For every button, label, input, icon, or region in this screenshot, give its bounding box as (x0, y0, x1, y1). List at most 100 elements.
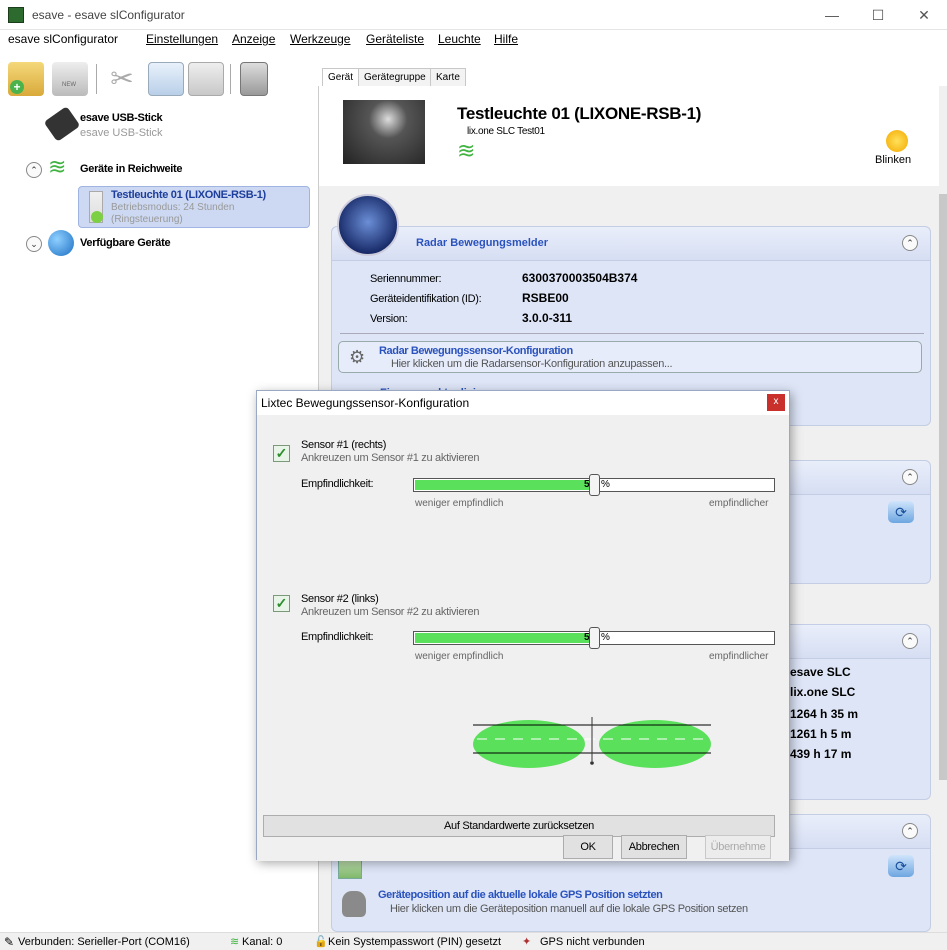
device-list-item[interactable]: Testleuchte 01 (LIXONE-RSB-1) Betriebsmo… (78, 186, 310, 228)
sensor1-hint: Ankreuzen um Sensor #1 zu aktivieren (301, 452, 480, 464)
sun-icon[interactable] (886, 130, 908, 152)
wifi-icon: ≋ (48, 154, 67, 179)
collapse-gps-button[interactable]: ⌃ (902, 823, 918, 839)
lock-icon: 🔓 (314, 936, 328, 948)
sensor2-slider-fill (415, 633, 594, 643)
copy-icon[interactable] (148, 62, 184, 96)
new-icon[interactable]: NEW (52, 62, 88, 96)
gps-set-title: Geräteposition auf die aktuelle lokale G… (378, 889, 663, 901)
radar-config-button[interactable]: ⚙ Radar Bewegungssensor-Konfiguration Hi… (338, 341, 922, 373)
menu-bar: esave slConfigurator Einstellungen Anzei… (0, 30, 947, 50)
title-bar: esave - esave slConfigurator — ☐ ✕ (0, 0, 947, 30)
info-value-3: 1264 h 35 m (790, 707, 859, 721)
gps-icon: ✦ (522, 936, 532, 948)
connection-status: Verbunden: Serieller-Port (COM16) (18, 936, 190, 948)
pole-marker (590, 761, 594, 765)
menu-werkzeuge[interactable]: Werkzeuge (290, 32, 350, 46)
version-label: Version: (370, 313, 408, 325)
device-id-value: RSBE00 (522, 291, 569, 305)
collapse-info-button[interactable]: ⌃ (902, 633, 918, 649)
refresh-icon[interactable]: ⟳ (888, 855, 914, 877)
plug-icon: ✎ (4, 935, 15, 949)
sensor1-less-label: weniger empfindlich (415, 498, 504, 509)
menu-einstellungen[interactable]: Einstellungen (146, 32, 218, 46)
collapse-in-range-button[interactable]: ⌃ (26, 162, 42, 178)
add-device-icon[interactable]: + (8, 62, 44, 96)
menu-slconfigurator[interactable]: esave slConfigurator (8, 32, 118, 46)
reset-defaults-button[interactable]: Auf Standardwerte zurücksetzen (263, 815, 775, 837)
gps-status: GPS nicht verbunden (540, 936, 645, 948)
globe-icon (48, 230, 74, 256)
refresh-icon[interactable]: ⟳ (888, 501, 914, 523)
blink-label[interactable]: Blinken (875, 154, 911, 166)
pin-status: Kein Systempasswort (PIN) gesetzt (328, 936, 502, 948)
device-subtitle: lix.one SLC Test01 (467, 126, 545, 137)
close-button[interactable]: ✕ (901, 0, 947, 30)
sensor2-more-label: empfindlicher (709, 651, 769, 662)
paste-icon[interactable] (188, 62, 224, 96)
sensor2-slider[interactable]: 5 % (413, 627, 775, 649)
collapse-radar-button[interactable]: ⌃ (902, 235, 918, 251)
status-bar: ✎ Verbunden: Serieller-Port (COM16) ≋ Ka… (0, 932, 947, 950)
in-range-title[interactable]: Geräte in Reichweite (80, 163, 183, 175)
status-dot-icon (91, 211, 103, 223)
sensor1-percent: % (601, 479, 610, 490)
radar-icon (337, 194, 399, 256)
collapse-status-button[interactable]: ⌃ (902, 469, 918, 485)
available-devices-title[interactable]: Verfügbare Geräte (80, 237, 171, 249)
sensor1-slider[interactable]: 5 % (413, 474, 775, 496)
menu-geraeteliste[interactable]: Geräteliste (366, 32, 424, 46)
radar-section-title: Radar Bewegungsmelder (416, 237, 549, 249)
info-value-5: 439 h 17 m (790, 747, 852, 761)
sensor1-checkbox[interactable]: ✓ (273, 445, 290, 462)
cut-icon[interactable]: ✂ (104, 62, 140, 96)
info-value-2: lix.one SLC (790, 685, 856, 699)
tab-bar: Gerät Gerätegruppe Karte (318, 68, 947, 88)
version-value: 3.0.0-311 (522, 311, 573, 325)
dialog-body: ✓ Sensor #1 (rechts) Ankreuzen um Sensor… (257, 415, 789, 861)
ok-button[interactable]: OK (563, 835, 613, 859)
maximize-button[interactable]: ☐ (855, 0, 901, 30)
sensor2-value: 5 (584, 632, 590, 643)
radar-config-title: Radar Bewegungssensor-Konfiguration (379, 345, 573, 357)
tab-karte[interactable]: Karte (430, 68, 466, 88)
usb-stick-subtitle: esave USB-Stick (80, 127, 163, 139)
sensor2-checkbox[interactable]: ✓ (273, 595, 290, 612)
scrollbar-thumb[interactable] (939, 194, 947, 780)
radar-config-hint: Hier klicken um die Radarsensor-Konfigur… (391, 358, 673, 370)
coverage-diagram (473, 717, 711, 768)
sensor2-title: Sensor #2 (links) (301, 593, 379, 605)
dialog-close-button[interactable]: x (767, 394, 785, 411)
device-photo (343, 100, 425, 164)
device-name: Testleuchte 01 (LIXONE-RSB-1) (457, 104, 702, 123)
gps-set-button[interactable]: Geräteposition auf die aktuelle lokale G… (338, 887, 922, 923)
apply-button: Übernehme (705, 835, 771, 859)
sensor2-percent: % (601, 632, 610, 643)
divider (340, 333, 924, 334)
expand-available-button[interactable]: ⌄ (26, 236, 42, 252)
sensor2-slider-thumb[interactable] (589, 627, 600, 649)
device-title: Testleuchte 01 (LIXONE-RSB-1) (111, 189, 266, 201)
sensor1-slider-thumb[interactable] (589, 474, 600, 496)
vertical-scrollbar[interactable] (939, 186, 947, 932)
radar-section-header: Radar Bewegungsmelder ⌃ (332, 227, 930, 261)
menu-leuchte[interactable]: Leuchte (438, 32, 481, 46)
cancel-button[interactable]: Abbrechen (621, 835, 687, 859)
menu-hilfe[interactable]: Hilfe (494, 32, 518, 46)
serial-label: Seriennummer: (370, 273, 442, 285)
channel-status: Kanal: 0 (242, 936, 283, 948)
dialog-title-bar: Lixtec Bewegungssensor-Konfiguration x (257, 391, 789, 415)
sensor1-more-label: empfindlicher (709, 498, 769, 509)
tab-geraetegruppe[interactable]: Gerätegruppe (358, 68, 432, 88)
sensor1-slider-fill (415, 480, 594, 490)
usb-stick-title[interactable]: esave USB-Stick (80, 112, 163, 124)
device-id-label: Geräteidentifikation (ID): (370, 293, 482, 305)
gps-set-hint: Hier klicken um die Geräteposition manue… (390, 903, 748, 915)
tab-geraet[interactable]: Gerät (322, 68, 360, 88)
sensor1-value: 5 (584, 479, 590, 490)
delete-icon[interactable] (240, 62, 268, 96)
menu-anzeige[interactable]: Anzeige (232, 32, 275, 46)
left-coverage-zone (473, 720, 585, 768)
window-title: esave - esave slConfigurator (32, 8, 185, 22)
minimize-button[interactable]: — (809, 0, 855, 30)
